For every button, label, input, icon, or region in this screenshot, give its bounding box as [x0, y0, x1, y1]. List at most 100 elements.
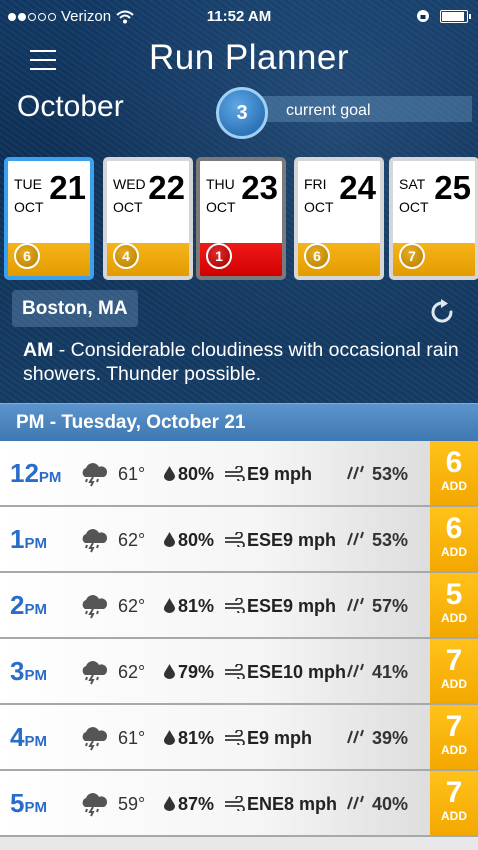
rain-icon — [347, 729, 364, 744]
run-score: 6 — [445, 446, 463, 479]
month-label: October — [17, 90, 124, 123]
hour-ampm: PM — [24, 601, 47, 618]
add-run-button[interactable]: 5 ADD — [430, 573, 478, 637]
thunderstorm-cloud-icon — [82, 727, 108, 751]
water-drop-icon — [164, 598, 175, 613]
temperature: 62° — [118, 530, 146, 550]
day-card-thu-23[interactable]: THU OCT 23 1 — [196, 157, 286, 280]
day-of-week: THU — [206, 176, 235, 192]
day-month: OCT — [113, 199, 143, 215]
day-of-week: FRI — [304, 176, 327, 192]
hour-value: 1 — [10, 524, 25, 554]
day-month: OCT — [399, 199, 429, 215]
add-label: ADD — [441, 479, 467, 493]
day-score-badge: 1 — [206, 243, 232, 269]
water-drop-icon — [164, 664, 175, 679]
hour-row[interactable]: 12PM 61° 80% E9 mph 53% 6 ADD — [0, 441, 478, 507]
goal-badge[interactable]: 3 — [216, 87, 268, 139]
add-run-button[interactable]: 6 ADD — [430, 441, 478, 505]
run-score: 7 — [445, 644, 463, 677]
hour-ampm: PM — [24, 667, 47, 684]
day-card-tue-21[interactable]: TUE OCT 21 6 — [4, 157, 94, 280]
day-score-badge: 6 — [14, 243, 40, 269]
temperature: 61° — [118, 464, 146, 484]
app-title: Run Planner — [148, 38, 350, 77]
day-of-week: TUE — [14, 176, 42, 192]
forecast-text: Considerable cloudiness with occasional … — [23, 339, 459, 385]
day-card-fri-24[interactable]: FRI OCT 24 6 — [294, 157, 384, 280]
day-month: OCT — [206, 199, 236, 215]
rain-icon — [347, 531, 364, 546]
hour-ampm: PM — [38, 469, 62, 486]
goal-label: current goal — [286, 102, 371, 119]
rain-icon — [347, 663, 364, 678]
wind-icon — [225, 664, 245, 679]
run-score: 7 — [445, 776, 463, 809]
day-card-sat-25[interactable]: SAT OCT 25 7 — [389, 157, 478, 280]
day-number: 21 — [49, 169, 86, 206]
hour-value: 4 — [10, 722, 25, 752]
hour-row[interactable]: 4PM 61° 81% E9 mph 39% 7 ADD — [0, 705, 478, 771]
humidity: 81% — [178, 596, 215, 616]
day-score-badge: 6 — [304, 243, 330, 269]
add-run-button[interactable]: 6 ADD — [430, 507, 478, 571]
run-score: 7 — [445, 710, 463, 743]
hour-time: 12PM — [10, 458, 61, 489]
day-number: 24 — [339, 169, 376, 206]
battery-icon — [440, 9, 471, 23]
hour-value: 12 — [10, 458, 39, 488]
wind-icon — [225, 466, 245, 481]
hour-row[interactable]: 5PM 59° 87% ENE8 mph 40% 7 ADD — [0, 771, 478, 837]
wind: E9 mph — [247, 464, 313, 484]
add-label: ADD — [441, 743, 467, 757]
wind: E9 mph — [247, 728, 313, 748]
day-score-badge: 7 — [399, 243, 425, 269]
lock-rotation-icon — [417, 10, 429, 22]
water-drop-icon — [164, 796, 175, 811]
rain-icon — [347, 465, 364, 480]
wind-icon — [225, 532, 245, 547]
thunderstorm-cloud-icon — [82, 793, 108, 817]
rain-icon — [347, 795, 364, 810]
day-number: 22 — [148, 169, 185, 206]
wind-icon — [225, 796, 245, 811]
hour-time: 2PM — [10, 590, 47, 621]
thunderstorm-cloud-icon — [82, 595, 108, 619]
hour-row[interactable]: 1PM 62° 80% ESE9 mph 53% 6 ADD — [0, 507, 478, 573]
day-number: 25 — [434, 169, 471, 206]
add-run-button[interactable]: 7 ADD — [430, 639, 478, 703]
humidity: 80% — [178, 530, 215, 550]
rain-icon — [347, 597, 364, 612]
hourly-list[interactable]: 12PM 61° 80% E9 mph 53% 6 ADD 1PM 62° 80%… — [0, 441, 478, 850]
location-label[interactable]: Boston, MA — [12, 290, 138, 327]
wind-icon — [225, 598, 245, 613]
thunderstorm-cloud-icon — [82, 529, 108, 553]
forecast-summary: AM - Considerable cloudiness with occasi… — [23, 338, 463, 386]
water-drop-icon — [164, 532, 175, 547]
day-of-week: WED — [113, 176, 146, 192]
hour-row[interactable]: 3PM 62° 79% ESE10 mph 41% 7 ADD — [0, 639, 478, 705]
wind-icon — [225, 730, 245, 745]
precipitation: 39% — [372, 728, 409, 748]
hour-time: 1PM — [10, 524, 47, 555]
humidity: 87% — [178, 794, 215, 814]
hour-time: 3PM — [10, 656, 47, 687]
humidity: 79% — [178, 662, 215, 682]
run-score: 6 — [445, 512, 463, 545]
add-run-button[interactable]: 7 ADD — [430, 705, 478, 769]
add-run-button[interactable]: 7 ADD — [430, 771, 478, 835]
temperature: 62° — [118, 596, 146, 616]
day-card-wed-22[interactable]: WED OCT 22 4 — [103, 157, 193, 280]
humidity: 80% — [178, 464, 215, 484]
add-label: ADD — [441, 677, 467, 691]
refresh-icon[interactable] — [427, 297, 457, 327]
precipitation: 53% — [372, 464, 409, 484]
precipitation: 53% — [372, 530, 409, 550]
hour-row[interactable]: 2PM 62° 81% ESE9 mph 57% 5 ADD — [0, 573, 478, 639]
wind: ESE9 mph — [247, 596, 337, 616]
day-month: OCT — [304, 199, 334, 215]
precipitation: 57% — [372, 596, 409, 616]
precipitation: 40% — [372, 794, 409, 814]
hour-ampm: PM — [24, 799, 47, 816]
wind: ENE8 mph — [247, 794, 338, 814]
